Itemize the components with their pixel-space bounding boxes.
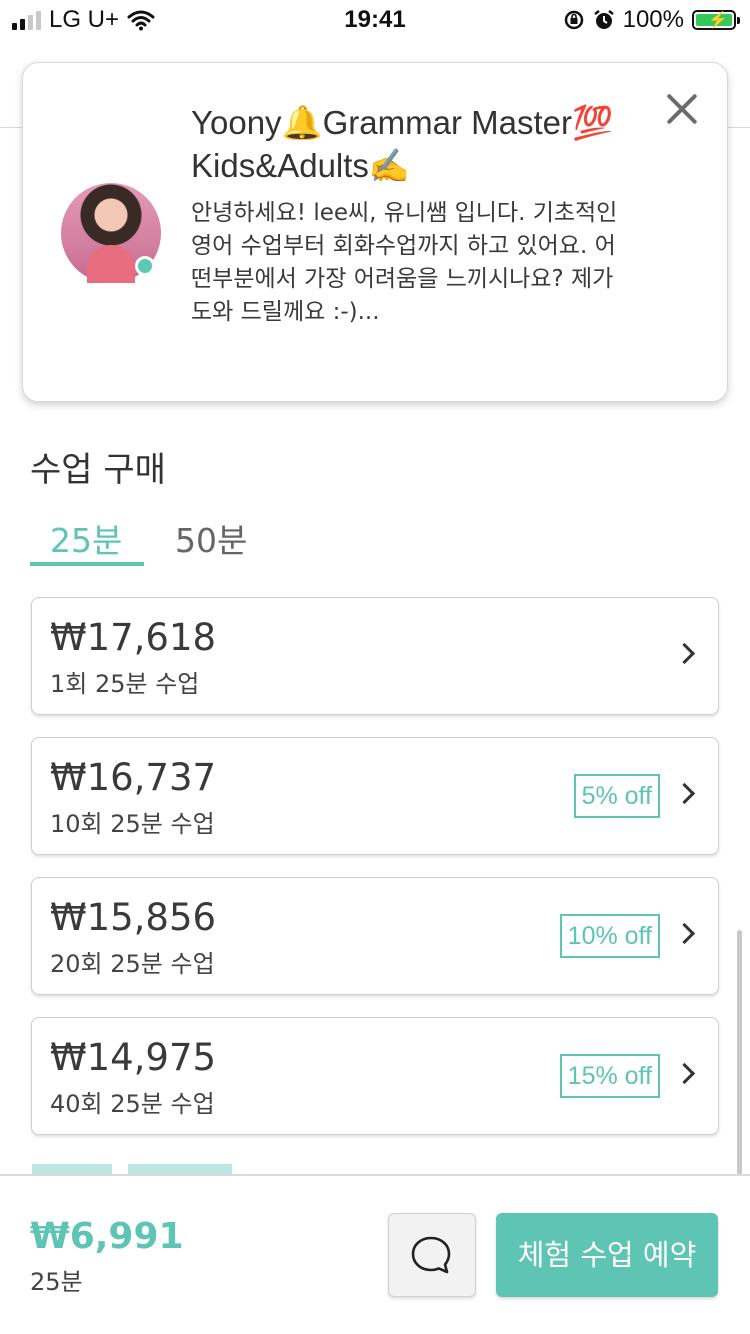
status-bar: LG U+ 19:41 100% ⚡ [0,0,750,42]
trial-price: ₩6,991 [30,1216,184,1257]
tab-25min[interactable]: 25분 [50,514,122,562]
discount-badge: 15% off [559,1054,660,1098]
status-right: 100% ⚡ [563,6,740,34]
package-price: ₩15,856 [50,896,217,939]
chevron-right-icon [673,642,696,665]
bottom-action-bar: ₩6,991 25분 체험 수업 예약 [0,1174,750,1334]
package-description: 40회 25분 수업 [50,1090,215,1118]
alarm-icon [593,10,614,29]
tutor-name: Yoony🔔Grammar Master💯 Kids&Adults✍️ [191,104,614,184]
rotation-lock-icon [564,10,583,30]
package-price: ₩17,618 [50,616,217,659]
tab-50min[interactable]: 50분 [175,514,247,562]
book-trial-button[interactable]: 체험 수업 예약 [496,1213,718,1297]
chevron-right-icon [673,922,696,945]
battery-percent: 100% [622,6,684,33]
package-option[interactable]: ₩14,975 40회 25분 수업 15% off [31,1017,719,1135]
package-price: ₩14,975 [50,1036,217,1079]
discount-badge: 5% off [573,774,660,818]
chat-bubble-icon [411,1236,451,1274]
online-status-dot [135,256,155,276]
trial-duration: 25분 [30,1268,83,1296]
package-description: 20회 25분 수업 [50,950,215,978]
tutor-intro: 안녕하세요! lee씨, 유니쌤 입니다. 기초적인 영어 수업부터 회화수업까… [191,200,618,325]
close-icon[interactable] [661,89,701,129]
package-option[interactable]: ₩16,737 10회 25분 수업 5% off [31,737,719,855]
tab-selected-underline [30,562,144,566]
package-option[interactable]: ₩17,618 1회 25분 수업 [31,597,719,715]
tutor-card[interactable]: Yoony🔔Grammar Master💯 Kids&Adults✍️ 안녕하세… [22,62,728,402]
package-price: ₩16,737 [50,756,217,799]
discount-badge: 10% off [559,914,660,958]
package-description: 10회 25분 수업 [50,810,215,838]
message-button[interactable] [388,1213,476,1297]
scrollbar[interactable] [737,930,742,1175]
section-title: 수업 구매 [30,450,166,490]
chevron-right-icon [673,782,696,805]
package-description: 1회 25분 수업 [50,670,200,698]
chevron-right-icon [673,1062,696,1085]
battery-icon: ⚡ [692,10,740,30]
package-option[interactable]: ₩15,856 20회 25분 수업 10% off [31,877,719,995]
